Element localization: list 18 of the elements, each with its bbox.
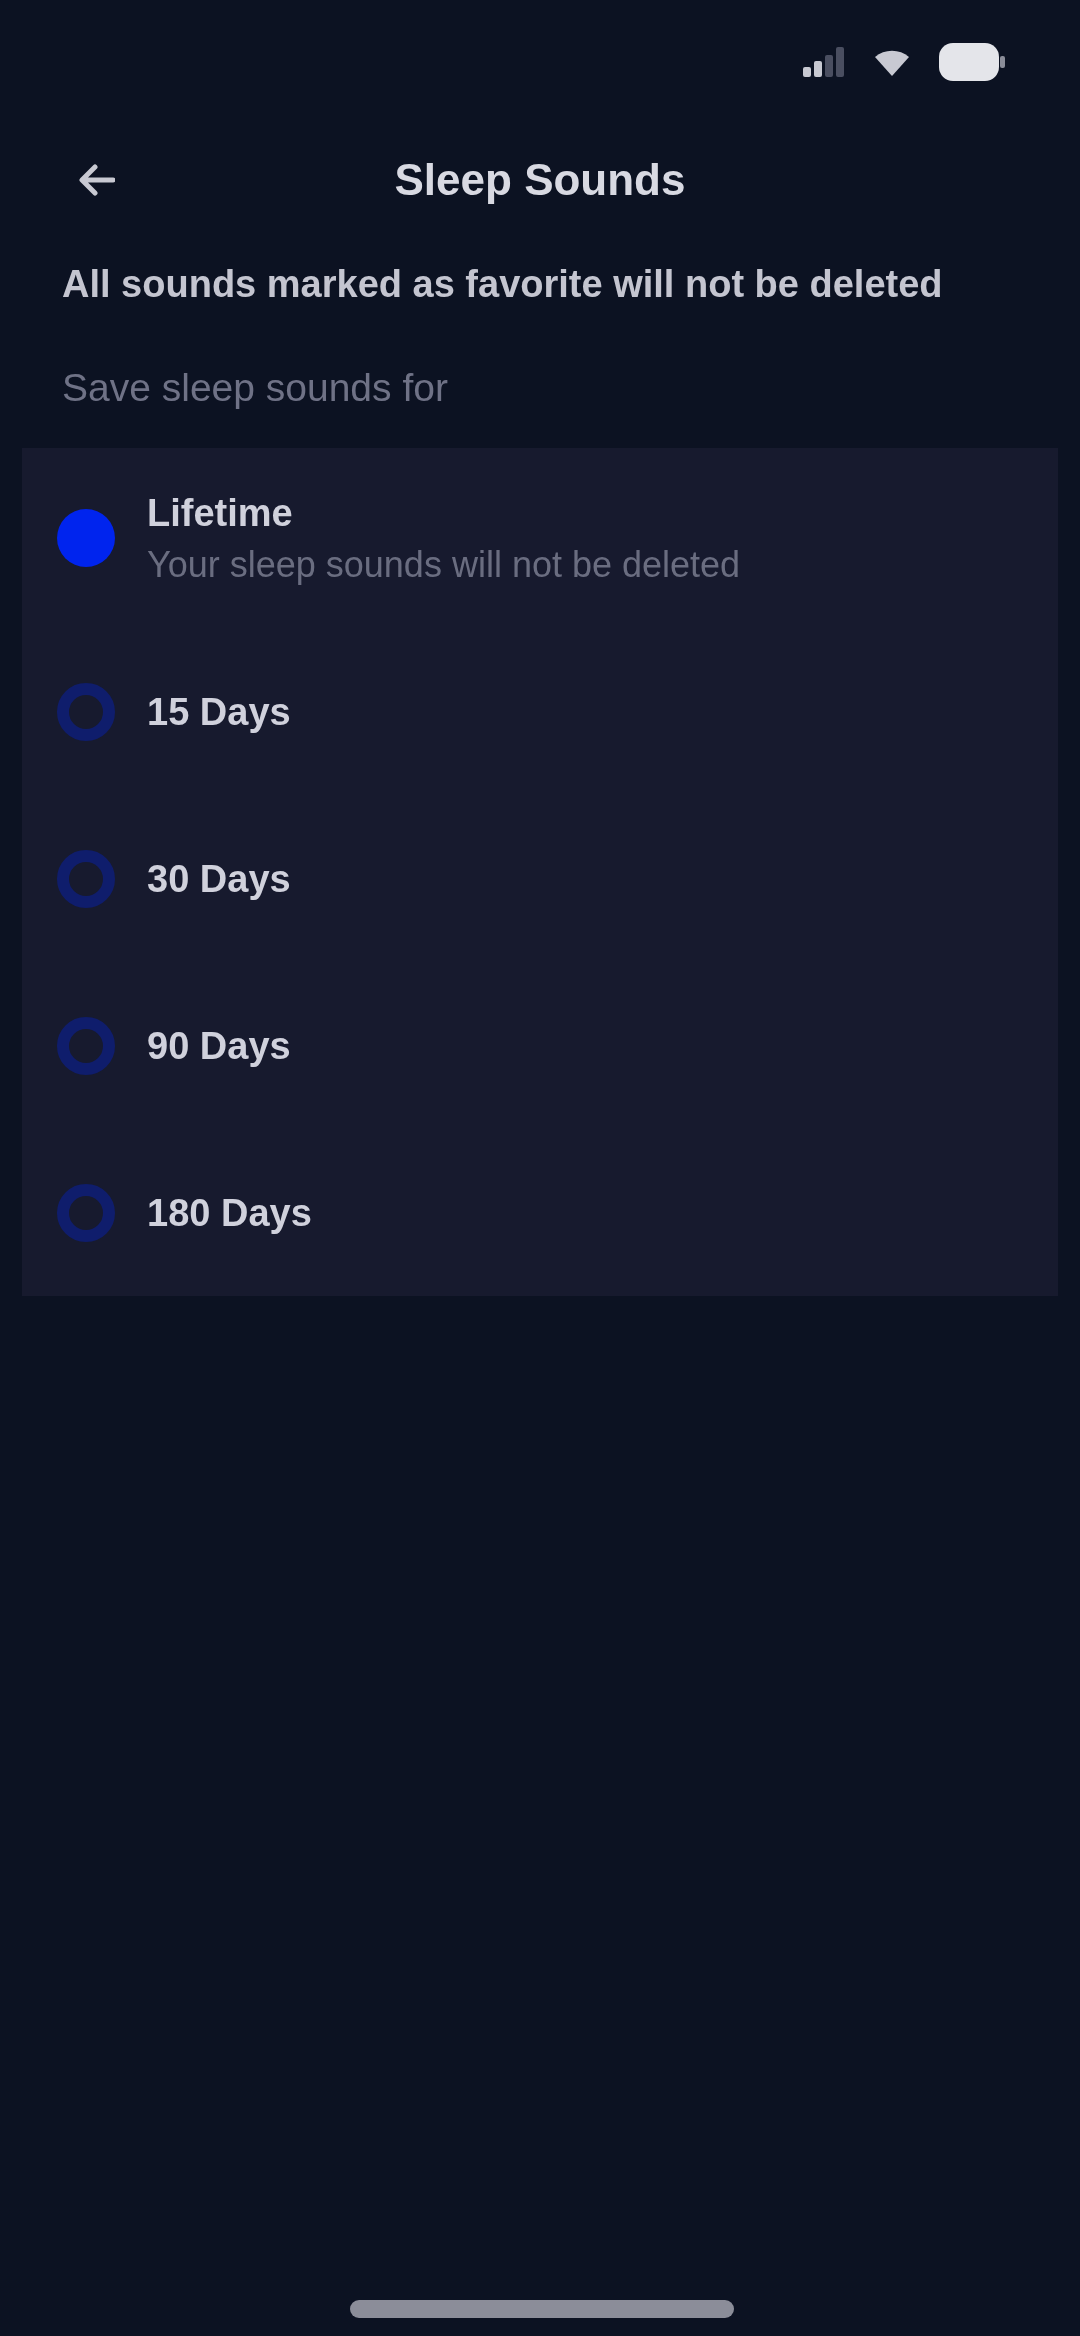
wifi-icon [875,48,909,76]
radio-button[interactable] [57,1183,115,1242]
radio-button[interactable] [57,682,115,741]
favorites-note: All sounds marked as favorite will not be deleted [62,262,944,307]
option-label[interactable]: 15 Days [147,688,291,735]
signal-icon [803,47,845,77]
radio-button[interactable] [57,509,115,567]
option-label[interactable]: 180 Days [147,1189,312,1236]
radio-button[interactable] [57,849,115,908]
back-arrow-icon [79,163,115,196]
option-label[interactable]: Lifetime [147,490,741,536]
option-label[interactable]: 90 Days [147,1022,291,1069]
battery-icon [939,43,1005,81]
screen-title: Sleep Sounds [394,154,686,205]
section-label: Save sleep sounds for [62,365,449,411]
option-label[interactable]: 30 Days [147,855,291,902]
radio-button[interactable] [57,1016,115,1075]
option-description: Your sleep sounds will not be deleted [147,544,741,586]
